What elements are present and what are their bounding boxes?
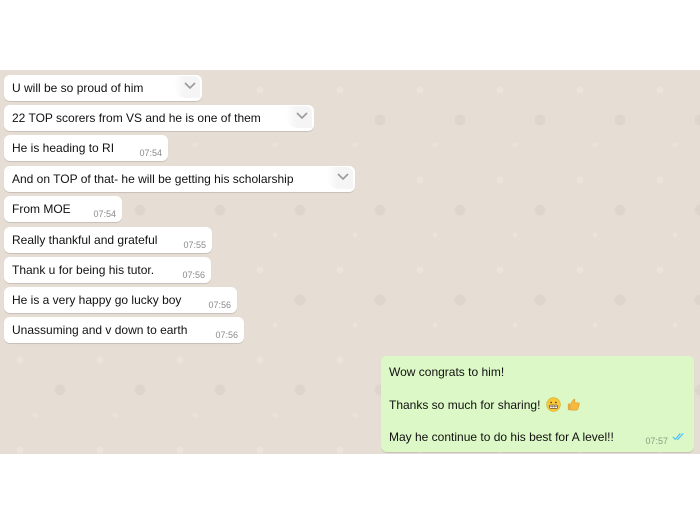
- incoming-message-bubble[interactable]: And on TOP of that- he will be getting h…: [4, 166, 355, 192]
- chevron-down-icon: [337, 173, 349, 181]
- chevron-down-icon: [184, 82, 196, 90]
- message-text: Thanks so much for sharing!: [389, 398, 541, 412]
- message-text: He is heading to RI: [12, 141, 115, 155]
- incoming-message-bubble[interactable]: Really thankful and grateful 07:55: [4, 227, 212, 253]
- message-timestamp: 07:56: [215, 330, 238, 340]
- outgoing-message-bubble[interactable]: Wow congrats to him! Thanks so much for …: [381, 356, 694, 452]
- incoming-message-bubble[interactable]: He is a very happy go lucky boy 07:56: [4, 287, 237, 313]
- incoming-message-bubble[interactable]: He is heading to RI 07:54: [4, 135, 168, 161]
- message-text-line: Wow congrats to him!: [389, 365, 505, 379]
- message-text: Unassuming and v down to earth: [12, 323, 188, 337]
- message-text-line-with-emoji: Thanks so much for sharing!: [389, 397, 581, 415]
- chevron-down-icon: [296, 112, 308, 120]
- message-menu-chevron[interactable]: [286, 106, 312, 128]
- chat-message-area: U will be so proud of him 22 TOP scorers…: [0, 70, 700, 454]
- message-menu-chevron[interactable]: [174, 76, 200, 98]
- grimacing-face-icon: [546, 397, 561, 415]
- message-text: He is a very happy go lucky boy: [12, 293, 182, 307]
- message-text: Thank u for being his tutor.: [12, 263, 155, 277]
- message-text-line: May he continue to do his best for A lev…: [389, 430, 614, 444]
- incoming-message-bubble[interactable]: U will be so proud of him: [4, 75, 202, 101]
- message-text: U will be so proud of him: [12, 81, 144, 95]
- message-text: And on TOP of that- he will be getting h…: [12, 172, 294, 186]
- message-menu-chevron[interactable]: [327, 167, 353, 189]
- incoming-message-bubble[interactable]: Unassuming and v down to earth 07:56: [4, 317, 244, 343]
- message-timestamp: 07:55: [183, 240, 206, 250]
- thumbs-up-icon: [566, 397, 581, 415]
- incoming-message-bubble[interactable]: Thank u for being his tutor. 07:56: [4, 257, 211, 283]
- message-timestamp: 07:57: [645, 436, 668, 446]
- read-double-tick-icon: [672, 428, 686, 446]
- message-text: From MOE: [12, 202, 71, 216]
- message-timestamp: 07:56: [182, 270, 205, 280]
- message-text: Really thankful and grateful: [12, 233, 158, 247]
- message-timestamp: 07:54: [93, 209, 116, 219]
- incoming-message-bubble[interactable]: 22 TOP scorers from VS and he is one of …: [4, 105, 314, 131]
- message-timestamp: 07:54: [139, 148, 162, 158]
- incoming-message-bubble[interactable]: From MOE 07:54: [4, 196, 122, 222]
- message-text: 22 TOP scorers from VS and he is one of …: [12, 111, 261, 125]
- message-timestamp: 07:56: [208, 300, 231, 310]
